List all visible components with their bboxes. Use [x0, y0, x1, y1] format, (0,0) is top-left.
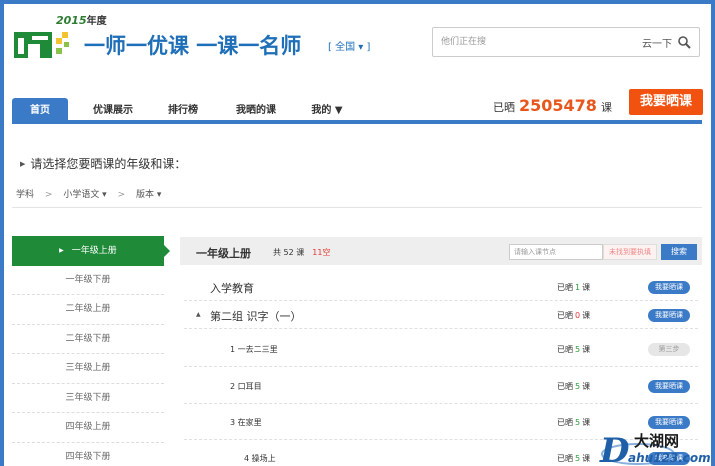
triangle-right-icon: ▶: [59, 247, 64, 254]
main-nav: 首页 优课展示 排行榜 我晒的课 我的 ▼ 已晒 2505478 课 我要晒课: [12, 89, 703, 124]
shown-suffix: 课: [582, 283, 591, 292]
tab-ranking[interactable]: 排行榜: [160, 98, 206, 124]
slogan: 一师一优课 一课一名师: [84, 34, 302, 58]
watermark-logo: D 大湖网 ahu123.com: [598, 424, 711, 466]
show-lesson-row-button[interactable]: 我要晒课: [648, 380, 690, 393]
sidebar-item-grade1-vol2[interactable]: 一年级下册: [12, 266, 164, 295]
lesson-row: 入学教育 已晒 1 课 我要晒课: [184, 273, 698, 301]
shown-number: 5: [575, 418, 581, 427]
expand-triangle-icon[interactable]: ▲: [196, 311, 201, 318]
shown-number: 5: [575, 382, 581, 391]
tab-showcase[interactable]: 优课展示: [82, 98, 144, 124]
search-icon: [678, 36, 691, 49]
breadcrumb-course[interactable]: 小学语文 ▾: [63, 190, 106, 200]
shown-suffix: 课: [582, 454, 591, 463]
lesson-row: 1 一去二三里 已晒 5 课 第三步: [184, 331, 698, 367]
shown-suffix: 课: [582, 345, 591, 354]
search-input[interactable]: [441, 34, 621, 50]
shown-prefix: 已晒: [557, 454, 573, 463]
shown-prefix: 已晒: [557, 345, 573, 354]
tab-home[interactable]: 首页: [12, 98, 68, 124]
show-lesson-row-button[interactable]: 我要晒课: [648, 281, 690, 294]
empty-count: 11空: [312, 248, 331, 257]
shown-prefix: 已晒: [557, 382, 573, 391]
lesson-item-label[interactable]: 4 操场上: [244, 453, 276, 464]
prompt-text: 请选择您要晒课的年级和课：: [30, 157, 187, 171]
sidebar-item-grade3-vol2[interactable]: 三年级下册: [12, 384, 164, 413]
shown-suffix: 课: [582, 418, 591, 427]
shown-prefix: 已晒: [557, 283, 573, 292]
watermark-url: ahu123.com: [628, 451, 711, 465]
lesson-row: 第二组 识字（一） ▲ 已晒 0 课 我要晒课: [184, 301, 698, 329]
lesson-item-label[interactable]: 3 在家里: [230, 417, 262, 428]
logo-year: 2015年度: [56, 12, 107, 27]
lesson-shown-count: 已晒 5 课: [557, 344, 590, 355]
header: 2015年度 一师一优课 一课一名师 [ 全国 ▾ ] 云一下: [4, 4, 711, 84]
page-frame: 2015年度 一师一优课 一课一名师 [ 全国 ▾ ] 云一下 首页 优课展示 …: [0, 0, 715, 466]
lesson-node-input[interactable]: [509, 244, 603, 260]
search-box: 云一下: [432, 27, 700, 57]
tab-my-shown[interactable]: 我晒的课: [226, 98, 286, 124]
triangle-right-icon: ▶: [20, 160, 26, 168]
tab-mine[interactable]: 我的 ▼: [304, 98, 350, 124]
logo-year-suffix: 年度: [86, 16, 107, 27]
shown-prefix: 已晒: [557, 311, 573, 320]
shown-suffix: 课: [600, 101, 612, 114]
shown-count: 已晒 2505478 课: [493, 96, 612, 115]
lesson-item-label[interactable]: 1 一去二三里: [230, 344, 278, 355]
breadcrumb-separator: >: [117, 190, 126, 200]
sidebar-item-grade4-vol2[interactable]: 四年级下册: [12, 443, 164, 466]
sidebar-item-grade2-vol1[interactable]: 二年级上册: [12, 295, 164, 325]
lesson-shown-count: 已晒 1 课: [557, 282, 590, 293]
sidebar-item-grade3-vol1[interactable]: 三年级上册: [12, 354, 164, 384]
breadcrumb-subject[interactable]: 学科: [16, 190, 34, 200]
lesson-shown-count: 已晒 0 课: [557, 310, 590, 321]
page-prompt: ▶ 请选择您要晒课的年级和课：: [20, 155, 186, 172]
shown-number: 5: [575, 345, 581, 354]
lesson-panel-header: 一年级上册 共 52 课 11空 未找到要执填 搜索: [180, 237, 702, 265]
lesson-row: 2 口耳目 已晒 5 课 我要晒课: [184, 368, 698, 404]
watermark-letter: D: [599, 431, 630, 466]
show-lesson-row-button[interactable]: 我要晒课: [648, 309, 690, 322]
sidebar-item-grade2-vol2[interactable]: 二年级下册: [12, 325, 164, 354]
grade-sidebar: ▶ 一年级上册 一年级下册 二年级上册 二年级下册 三年级上册 三年级下册 四年级…: [12, 236, 170, 466]
breadcrumb-separator: >: [44, 190, 53, 200]
search-button-label: 云一下: [642, 39, 672, 50]
shown-prefix: 已晒: [493, 101, 515, 114]
region-selector[interactable]: [ 全国 ▾ ]: [328, 38, 370, 53]
shown-prefix: 已晒: [557, 418, 573, 427]
logo-year-number: 2015: [56, 14, 87, 27]
lesson-search-button[interactable]: 搜索: [661, 244, 697, 260]
lesson-shown-count: 已晒 5 课: [557, 453, 590, 464]
shown-number: 1: [575, 283, 581, 292]
breadcrumb: 学科 > 小学语文 ▾ > 版本 ▾: [16, 187, 169, 200]
lesson-item-label[interactable]: 2 口耳目: [230, 381, 262, 392]
lesson-panel-title: 一年级上册: [196, 247, 251, 260]
sidebar-item-grade4-vol1[interactable]: 四年级上册: [12, 413, 164, 443]
step-button[interactable]: 第三步: [648, 343, 690, 356]
shown-number: 0: [575, 311, 581, 320]
sidebar-item-grade1-vol1[interactable]: ▶ 一年级上册: [12, 236, 170, 266]
show-lesson-button[interactable]: 我要晒课: [629, 89, 703, 115]
shown-number: 2505478: [519, 96, 597, 115]
divider: [12, 207, 702, 208]
watermark-title: 大湖网: [634, 432, 679, 450]
lesson-group-label[interactable]: 入学教育: [210, 280, 254, 296]
shown-number: 5: [575, 454, 581, 463]
lesson-count-text: 共 52 课: [273, 248, 305, 257]
lesson-count: 共 52 课 11空: [273, 247, 330, 258]
lesson-shown-count: 已晒 5 课: [557, 417, 590, 428]
breadcrumb-edition[interactable]: 版本 ▾: [136, 190, 161, 200]
watermark-icon: D 大湖网 ahu123.com: [599, 431, 711, 466]
lesson-group-label[interactable]: 第二组 识字（一）: [210, 308, 302, 324]
lesson-shown-count: 已晒 5 课: [557, 381, 590, 392]
shown-suffix: 课: [582, 382, 591, 391]
shown-suffix: 课: [582, 311, 591, 320]
not-found-button[interactable]: 未找到要执填: [603, 244, 657, 260]
sidebar-item-label: 一年级上册: [71, 246, 117, 256]
search-button[interactable]: 云一下: [642, 35, 691, 50]
